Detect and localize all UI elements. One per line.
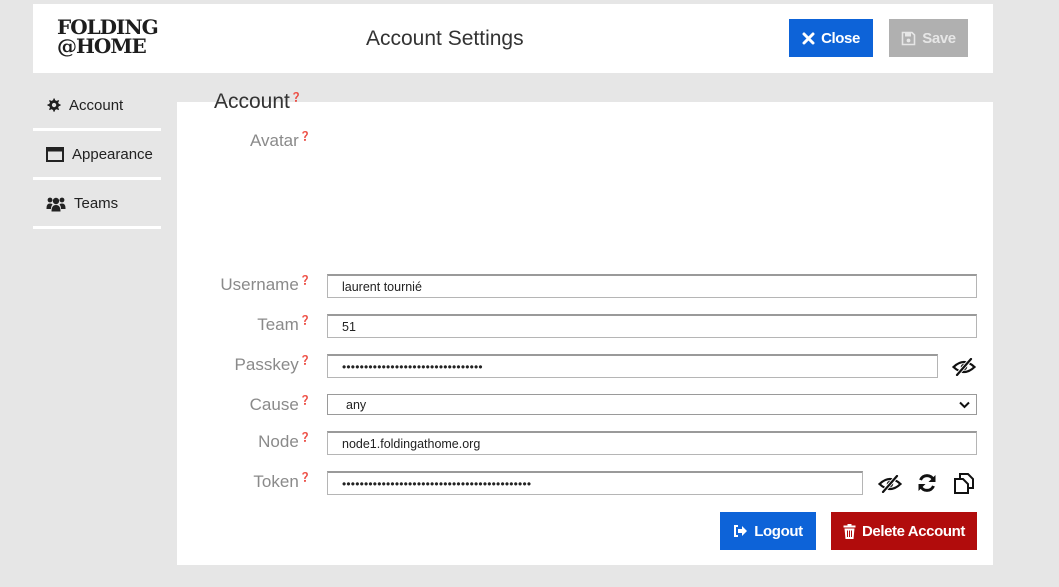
token-field[interactable]: ••••••••••••••••••••••••••••••••••••••••… bbox=[327, 471, 863, 495]
copy-icon bbox=[954, 473, 974, 494]
logout-button[interactable]: Logout bbox=[720, 512, 816, 550]
sidebar-item-appearance[interactable]: Appearance bbox=[33, 132, 161, 180]
help-icon[interactable]: ❓ bbox=[300, 131, 311, 141]
node-label-text: Node bbox=[258, 432, 299, 451]
token-visibility-toggle[interactable] bbox=[877, 471, 903, 497]
section-title-account: Account❓ bbox=[214, 90, 302, 114]
passkey-label: Passkey❓ bbox=[235, 355, 311, 375]
floppy-disk-icon bbox=[901, 31, 916, 45]
passkey-field[interactable]: •••••••••••••••••••••••••••••••• bbox=[327, 354, 938, 378]
passkey-label-text: Passkey bbox=[234, 355, 299, 374]
team-field[interactable]: 51 bbox=[327, 314, 977, 338]
token-label-text: Token bbox=[253, 472, 299, 491]
save-button[interactable]: Save bbox=[889, 19, 968, 57]
close-icon bbox=[802, 32, 815, 44]
page-title: Account Settings bbox=[366, 27, 524, 50]
sidebar-item-label: Appearance bbox=[72, 146, 153, 163]
section-title-text: Account bbox=[214, 90, 290, 113]
delete-account-button-label: Delete Account bbox=[861, 522, 966, 540]
cause-label-text: Cause bbox=[249, 395, 299, 414]
logout-button-label: Logout bbox=[754, 522, 803, 540]
help-icon[interactable]: ❓ bbox=[300, 355, 311, 365]
refresh-icon bbox=[918, 474, 936, 492]
token-refresh-button[interactable] bbox=[914, 470, 940, 496]
chevron-down-icon bbox=[959, 401, 970, 408]
close-button[interactable]: Close bbox=[789, 19, 873, 57]
close-button-label: Close bbox=[821, 29, 860, 47]
help-icon[interactable]: ❓ bbox=[291, 92, 302, 102]
folding-at-home-logo: FOLDING @HOME bbox=[57, 17, 159, 58]
eye-slash-icon bbox=[878, 475, 902, 493]
avatar-label: Avatar❓ bbox=[250, 131, 311, 151]
sidebar-item-label: Account bbox=[69, 97, 124, 114]
token-label: Token❓ bbox=[253, 472, 311, 492]
users-icon bbox=[46, 197, 66, 211]
eye-slash-icon bbox=[952, 358, 976, 376]
save-button-label: Save bbox=[922, 29, 956, 47]
avatar-label-text: Avatar bbox=[249, 131, 299, 150]
help-icon[interactable]: ❓ bbox=[300, 395, 311, 405]
username-label-text: Username bbox=[220, 275, 299, 294]
header-bar: FOLDING @HOME Account Settings Close Sav… bbox=[33, 4, 993, 73]
node-label: Node❓ bbox=[258, 432, 311, 452]
sidebar-item-teams[interactable]: Teams bbox=[33, 181, 161, 229]
cause-select-value: any bbox=[346, 397, 367, 412]
help-icon[interactable]: ❓ bbox=[300, 472, 311, 482]
trash-icon bbox=[843, 523, 856, 539]
sidebar-item-label: Teams bbox=[74, 195, 119, 212]
help-icon[interactable]: ❓ bbox=[300, 315, 311, 325]
passkey-visibility-toggle[interactable] bbox=[951, 354, 977, 380]
cause-label: Cause❓ bbox=[250, 395, 311, 415]
sign-out-icon bbox=[734, 525, 748, 537]
username-label: Username❓ bbox=[220, 275, 311, 295]
help-icon[interactable]: ❓ bbox=[300, 275, 311, 285]
node-field[interactable]: node1.foldingathome.org bbox=[327, 431, 977, 455]
username-field[interactable]: laurent tournié bbox=[327, 274, 977, 298]
gear-icon bbox=[47, 98, 61, 112]
token-copy-button[interactable] bbox=[951, 470, 977, 496]
team-label-text: Team bbox=[257, 315, 299, 334]
cause-select[interactable]: any bbox=[327, 394, 977, 415]
delete-account-button[interactable]: Delete Account bbox=[831, 512, 977, 550]
help-icon[interactable]: ❓ bbox=[300, 432, 311, 442]
logo-line-2: @HOME bbox=[57, 34, 147, 58]
team-label: Team❓ bbox=[257, 315, 311, 335]
window-icon bbox=[46, 147, 64, 162]
sidebar-item-account[interactable]: Account bbox=[33, 83, 161, 131]
